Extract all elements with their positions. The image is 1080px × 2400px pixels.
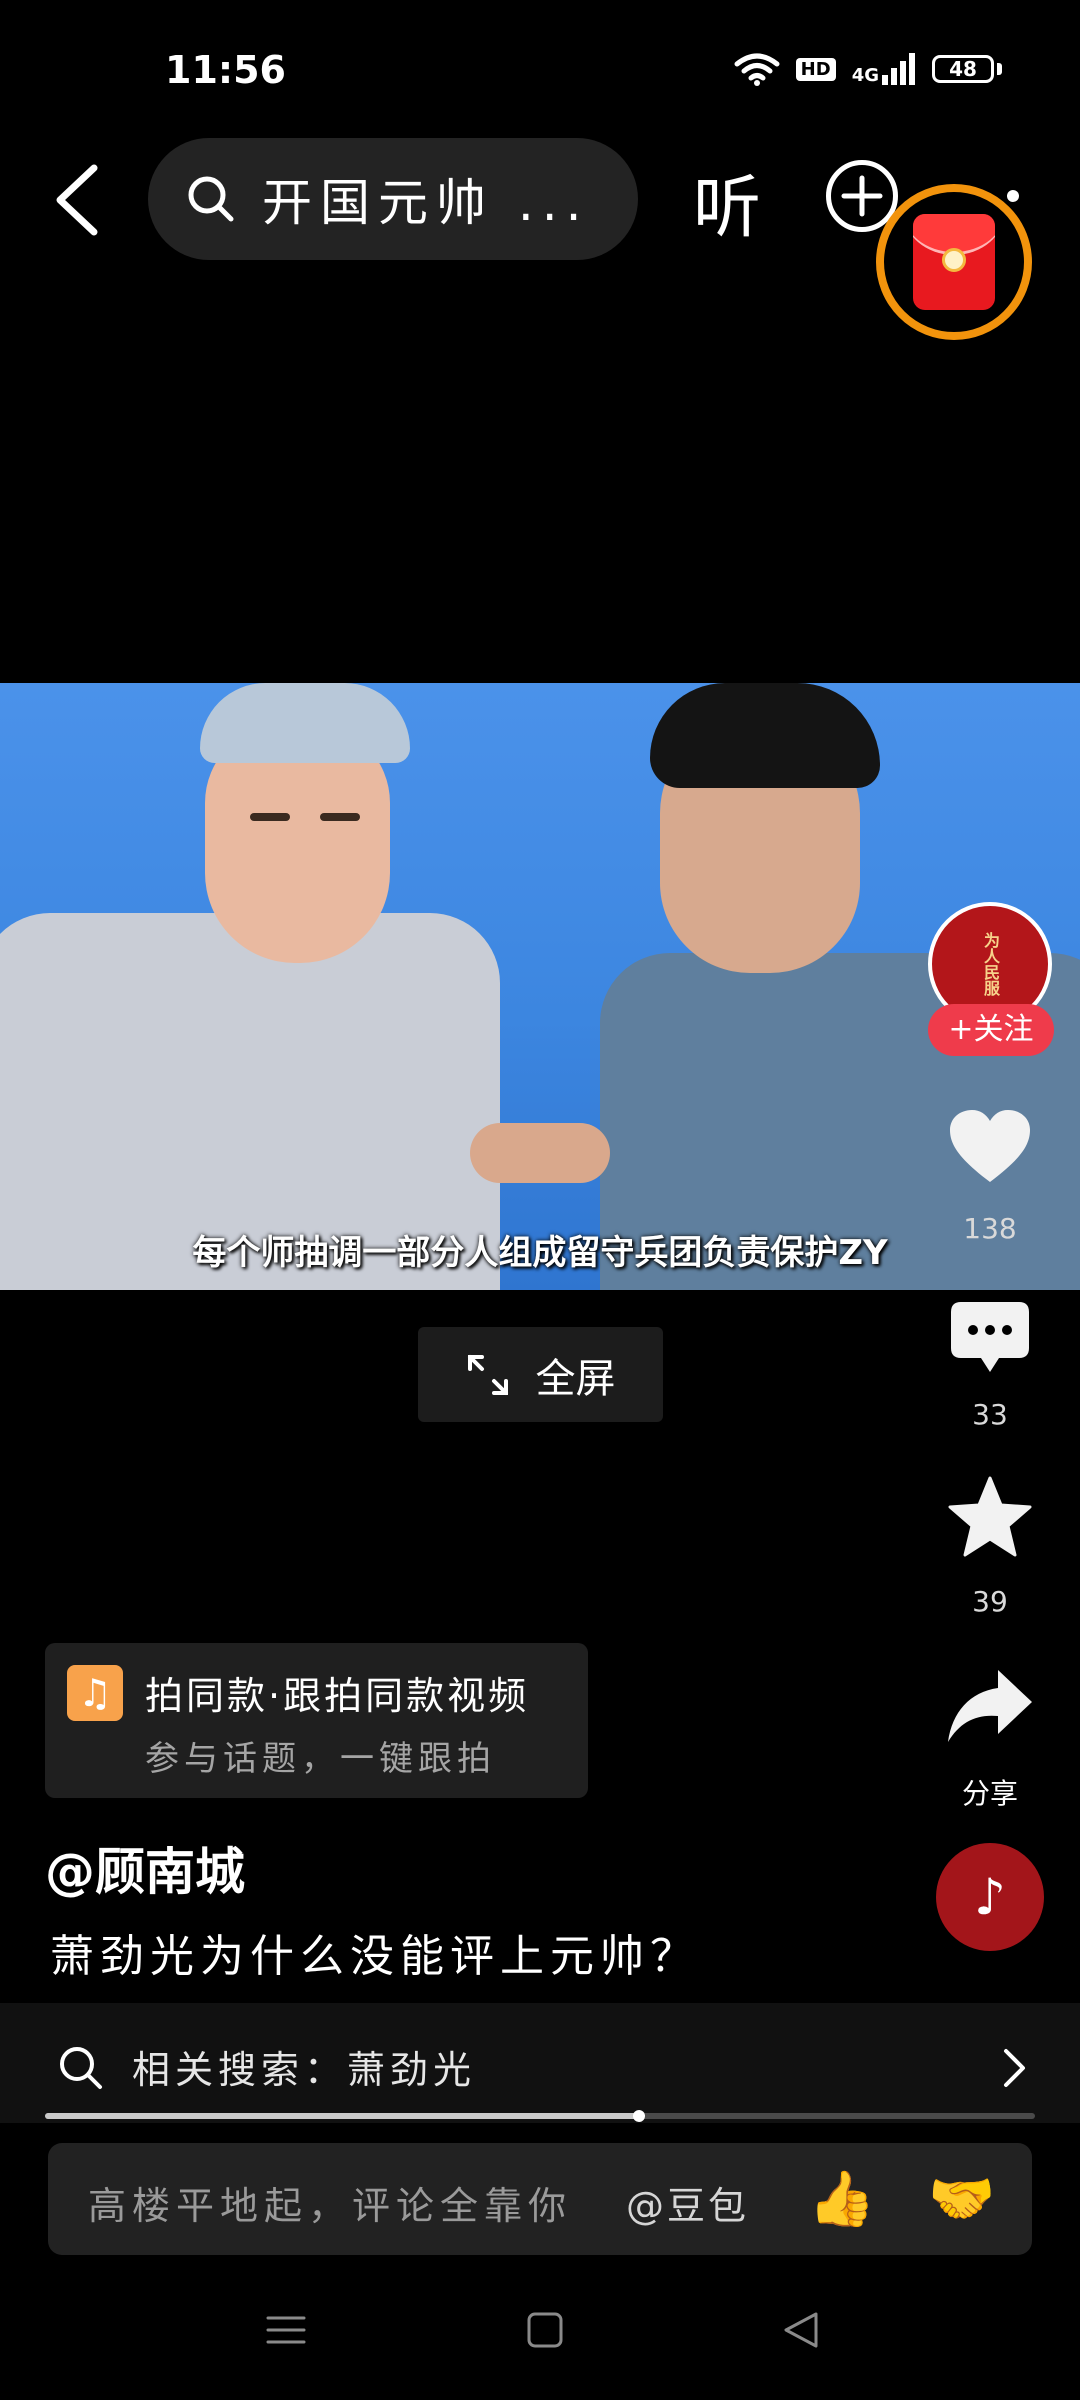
author-name[interactable]: @顾南城 xyxy=(45,1832,245,1904)
handshake-emoji-button[interactable]: 🤝 xyxy=(928,2167,995,2231)
comment-button[interactable] xyxy=(930,1300,1050,1380)
search-query: 开国元帅 ... xyxy=(262,174,590,232)
search-icon xyxy=(188,176,234,222)
like-count: 138 xyxy=(963,1212,1017,1245)
chevron-right-icon xyxy=(1004,2049,1025,2087)
playback-progress-knob[interactable] xyxy=(633,2110,645,2122)
comment-placeholder: 高楼平地起，评论全靠你 xyxy=(88,2184,573,2228)
video-subtitle: 每个师抽调一部分人组成留守兵团负责保护ZY xyxy=(192,1233,888,1273)
status-time: 11:56 xyxy=(165,48,286,92)
back-button[interactable] xyxy=(50,160,110,240)
follow-button[interactable]: +关注 xyxy=(928,1004,1054,1056)
music-note-icon: ♪ xyxy=(974,1868,1006,1926)
battery-level: 48 xyxy=(932,55,994,83)
heart-icon xyxy=(950,1110,1030,1182)
video-cap xyxy=(200,683,410,763)
fullscreen-button[interactable]: 全屏 xyxy=(418,1327,663,1422)
comment-icon xyxy=(951,1302,1029,1372)
search-icon xyxy=(60,2047,102,2089)
status-indicators: HD 4G 48 xyxy=(734,52,1002,86)
video-hand xyxy=(470,1123,610,1183)
same-style-title: 拍同款·跟拍同款视频 xyxy=(145,1674,530,1718)
more-icon[interactable] xyxy=(1007,190,1019,202)
music-note-icon: ♫ xyxy=(67,1665,123,1721)
redpacket-button[interactable] xyxy=(876,184,1032,340)
back-nav-icon[interactable] xyxy=(782,2310,822,2350)
star-icon xyxy=(948,1476,1032,1557)
same-style-subtitle: 参与话题，一键跟拍 xyxy=(145,1739,496,1779)
related-search-text: 相关搜索：萧劲光 xyxy=(132,2048,477,2092)
favorite-button[interactable] xyxy=(930,1476,1050,1562)
menu-nav-icon[interactable] xyxy=(266,2310,306,2350)
wifi-icon xyxy=(734,53,780,86)
redpacket-icon xyxy=(913,214,995,310)
fullscreen-label: 全屏 xyxy=(535,1355,616,1402)
listen-button[interactable]: 听 xyxy=(693,152,761,251)
share-icon xyxy=(948,1670,1032,1742)
music-disc[interactable]: ♪ xyxy=(936,1843,1044,1951)
playback-progress-fill xyxy=(45,2113,639,2119)
comment-input[interactable]: 高楼平地起，评论全靠你 @豆包 👍 🤝 xyxy=(48,2143,1032,2255)
battery-icon: 48 xyxy=(932,55,1002,83)
search-bar[interactable]: 开国元帅 ... xyxy=(148,138,638,260)
share-label: 分享 xyxy=(961,1777,1018,1810)
hd-badge: HD xyxy=(795,57,836,81)
like-button[interactable] xyxy=(930,1108,1050,1188)
back-icon xyxy=(56,164,98,236)
network-type: 4G xyxy=(851,65,879,86)
battery-nub xyxy=(997,63,1002,75)
comment-count: 33 xyxy=(972,1398,1008,1431)
related-search-bar[interactable]: 相关搜索：萧劲光 xyxy=(0,2003,1080,2123)
video-player[interactable] xyxy=(0,683,1080,1290)
mention-doubao-button[interactable]: @豆包 xyxy=(626,2175,749,2230)
same-style-card[interactable]: ♫ 拍同款·跟拍同款视频 参与话题，一键跟拍 xyxy=(45,1643,588,1798)
share-button[interactable] xyxy=(930,1666,1050,1750)
avatar-text: 为人民服 xyxy=(981,932,1000,996)
post-caption[interactable]: 萧劲光为什么没能评上元帅？ xyxy=(50,1920,700,1984)
favorite-count: 39 xyxy=(972,1585,1008,1618)
signal-icon: 4G xyxy=(852,53,916,85)
video-hair xyxy=(650,683,880,788)
home-nav-icon[interactable] xyxy=(525,2310,565,2350)
thumbs-up-emoji-button[interactable]: 👍 xyxy=(808,2167,875,2231)
expand-icon xyxy=(467,1354,508,1395)
playback-progress[interactable] xyxy=(45,2110,1035,2122)
